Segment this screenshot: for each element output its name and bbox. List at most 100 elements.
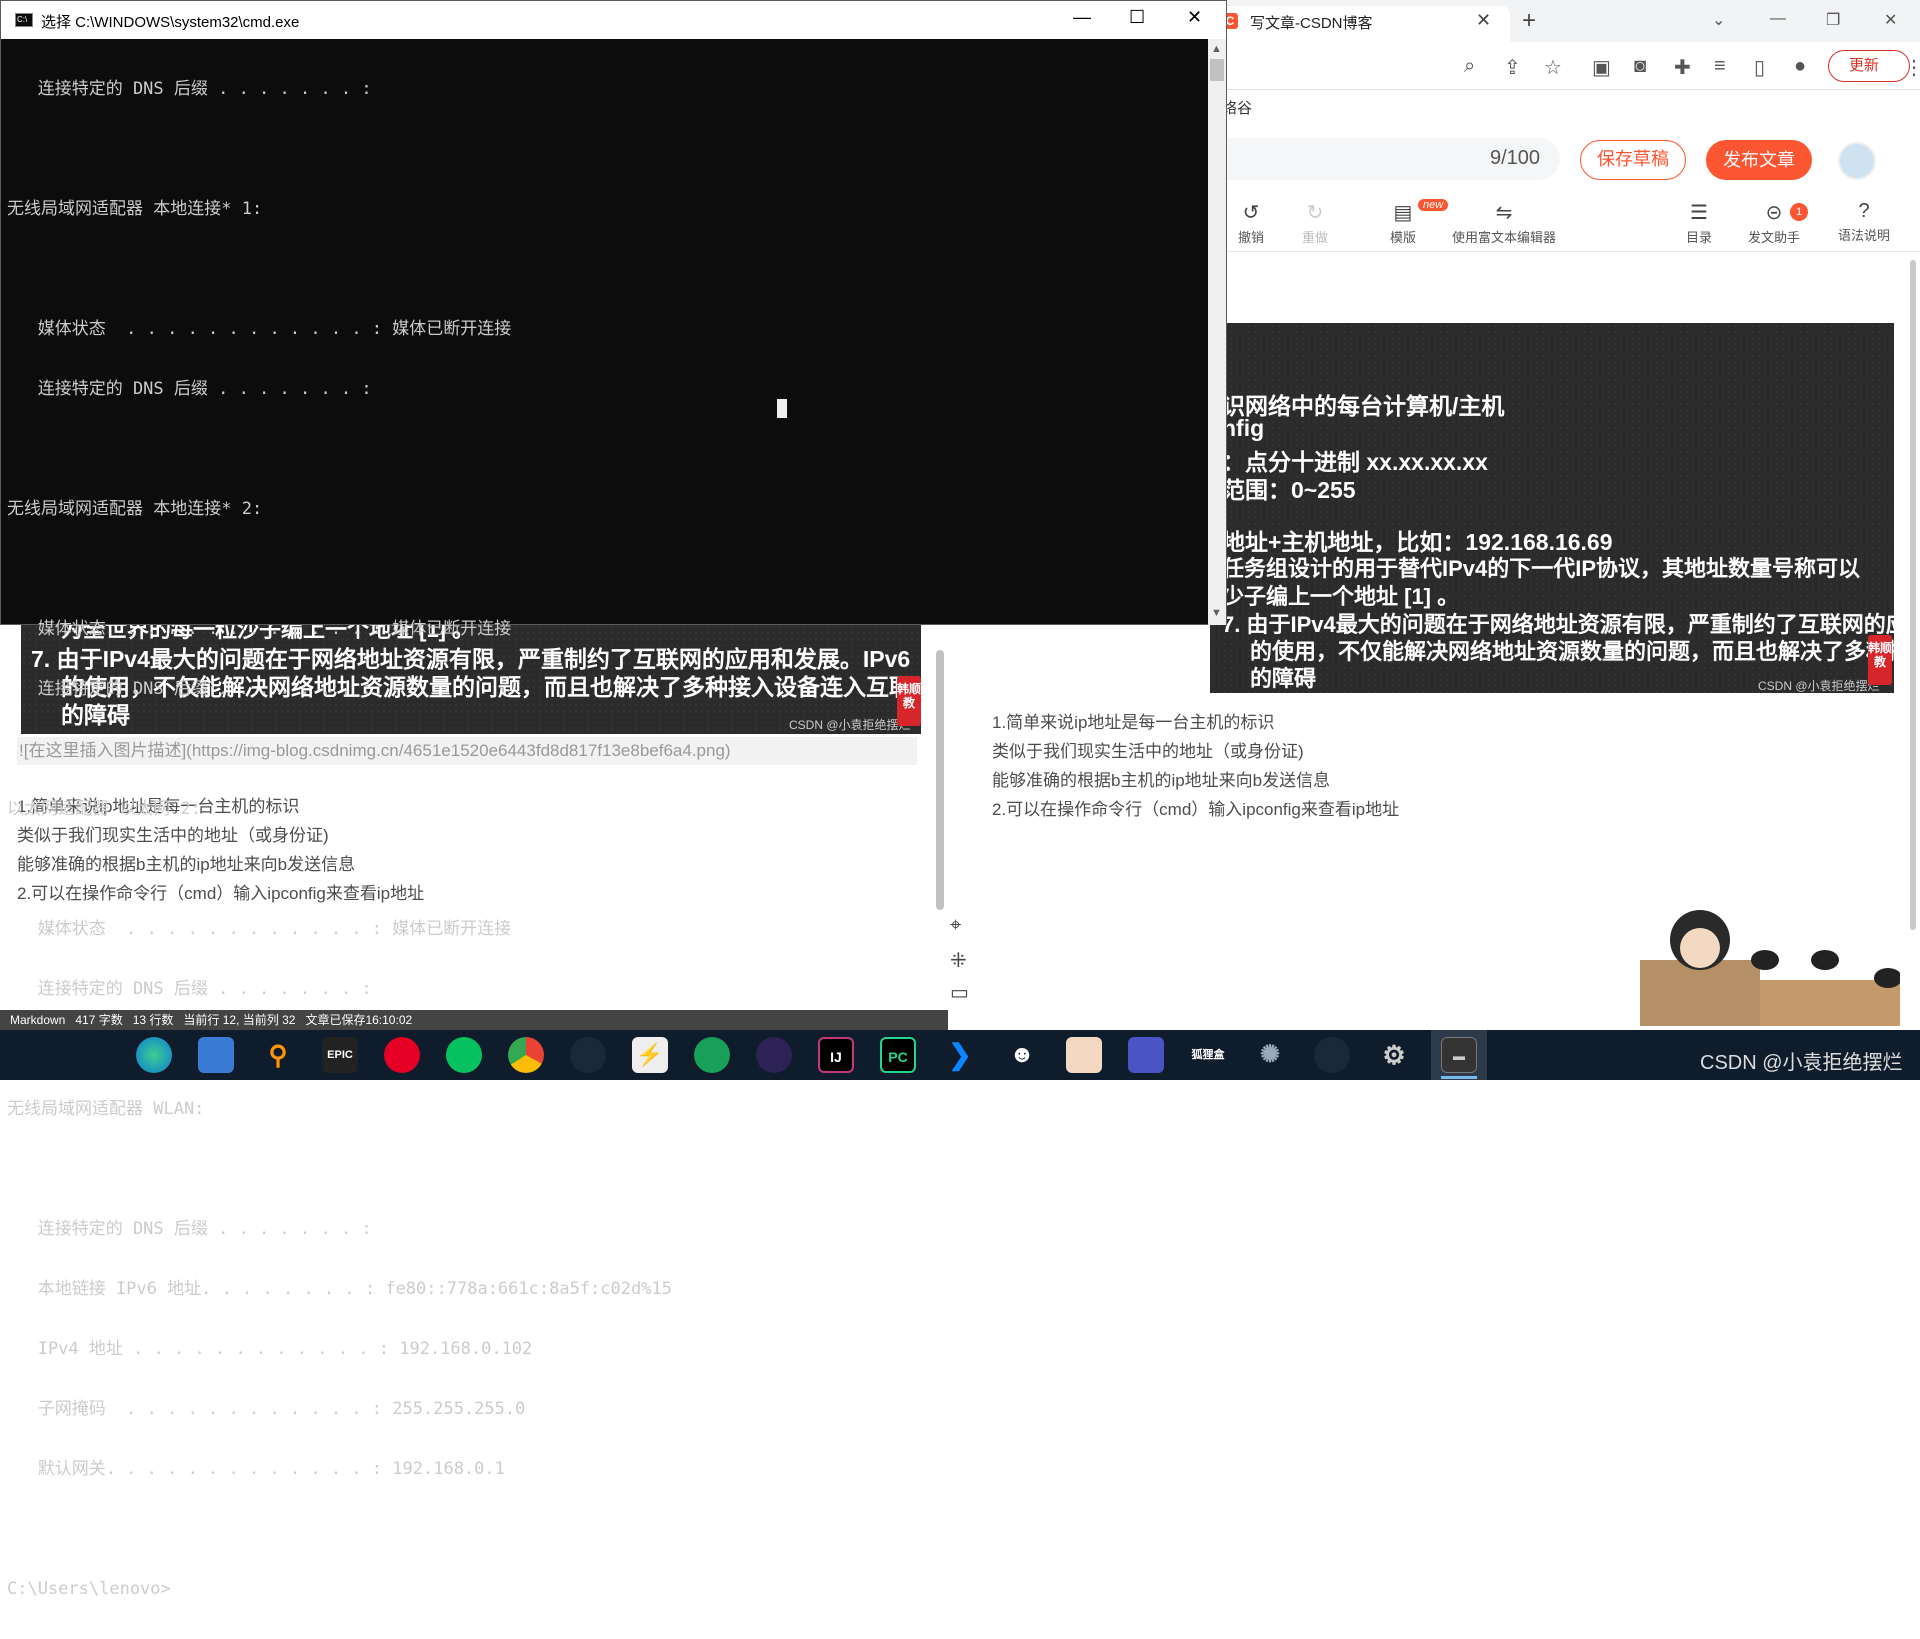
toc-button[interactable]: ☰ 目录 (1686, 200, 1712, 246)
list-icon: ☰ (1690, 202, 1708, 224)
fox-box-icon[interactable]: 狐狸盒 (1190, 1037, 1226, 1073)
chrome-icon[interactable] (508, 1037, 544, 1073)
cmd-prompt: C:\Users\lenovo> (7, 1579, 171, 1599)
syntax-help-button[interactable]: ? 语法说明 (1838, 200, 1890, 244)
redo-button[interactable]: ↻ 重做 (1302, 200, 1328, 246)
cmd-line: 连接特定的 DNS 后缀 . . . . . . . : (7, 379, 372, 399)
scroll-down-icon[interactable]: ▼ (1211, 607, 1222, 619)
board-line: 范围：0~255 (1222, 477, 1356, 503)
board-line: nfig (1222, 415, 1265, 441)
pycharm-icon[interactable]: PC (880, 1037, 916, 1073)
maximize-icon[interactable]: ☐ (1129, 7, 1145, 28)
image-credit: CSDN @小袁拒绝摆烂 (1758, 679, 1880, 693)
chevron-down-icon[interactable]: ⌄ (1712, 10, 1725, 30)
cmd-line: 媒体状态 . . . . . . . . . . . . : 媒体已断开连接 (7, 319, 512, 339)
board-line: 的障碍 (1250, 666, 1317, 691)
search-icon[interactable]: ⚲ (260, 1037, 296, 1073)
template-icon: ▤ (1393, 202, 1413, 224)
template-button[interactable]: ▤ 模版 (1390, 200, 1416, 246)
cmd-line: 连接特定的 DNS 后缀 . . . . . . . : (7, 1219, 372, 1239)
restore-icon[interactable]: ❐ (1826, 10, 1840, 30)
cmd-line: 无线局域网适配器 本地连接* 1: (7, 199, 263, 219)
taskbar-active-indicator (1441, 1076, 1477, 1079)
cmd-scrollbar[interactable] (1208, 39, 1226, 625)
undo-button[interactable]: ↺ 撤销 (1238, 200, 1264, 246)
text-cursor (777, 399, 787, 418)
green-app-icon[interactable] (694, 1037, 730, 1073)
settings-icon[interactable]: ⚙ (1376, 1037, 1412, 1073)
tab-title: 写文章-CSDN博客 (1250, 15, 1373, 32)
terminal-icon[interactable]: ▬ (1441, 1037, 1477, 1073)
puzzle-icon[interactable]: ✚ (1674, 55, 1691, 80)
cmd-line (7, 739, 1207, 759)
cmd-line: 媒体状态 . . . . . . . . . . . . : 媒体已断开连接 (7, 919, 512, 939)
tab-close-icon[interactable]: ✕ (1476, 10, 1491, 31)
vscode-icon[interactable]: ❯ (942, 1037, 978, 1073)
star-icon[interactable]: ☆ (1544, 55, 1562, 80)
cmd-line: 媒体状态 . . . . . . . . . . . . : 媒体已断开连接 (7, 619, 512, 639)
new-badge: new (1418, 199, 1449, 211)
syntax-label: 语法说明 (1838, 228, 1891, 243)
assistant-label: 发文助手 (1748, 230, 1801, 245)
menu-icon[interactable]: ⋮ (1904, 55, 1920, 80)
cmd-line: 默认网关. . . . . . . . . . . . . : 192.168.… (7, 1459, 505, 1479)
steam-icon[interactable] (570, 1037, 606, 1073)
cmd-title: 选择 C:\WINDOWS\system32\cmd.exe (41, 14, 300, 31)
sidebar-icon[interactable]: ▯ (1754, 55, 1765, 80)
cmd-line: 本地链接 IPv6 地址. . . . . . . . : fe80::778a… (7, 1279, 672, 1299)
game-icon[interactable]: ◙ (1634, 55, 1646, 78)
blackboard-image-preview: 识网络中的每台计算机/主机 nfig ：点分十进制 xx.xx.xx.xx 范围… (1210, 323, 1894, 693)
help-icon: ? (1858, 200, 1870, 222)
board-line: 识网络中的每台计算机/主机 (1222, 393, 1505, 419)
cmd-scroll-thumb[interactable] (1210, 59, 1224, 81)
anime-app-icon[interactable] (1066, 1037, 1102, 1073)
zoom-icon[interactable]: ⌕ (1464, 55, 1475, 78)
close-icon[interactable]: ✕ (1187, 7, 1202, 28)
steam-2-icon[interactable] (1314, 1037, 1350, 1073)
minimize-icon[interactable]: — (1770, 10, 1786, 28)
extension-icon[interactable]: ▣ (1592, 55, 1611, 80)
template-label: 模版 (1390, 230, 1417, 245)
share-icon[interactable]: ⇪ (1504, 55, 1521, 80)
cmd-line: 连接特定的 DNS 后缀 . . . . . . . : (7, 979, 372, 999)
redo-icon: ↻ (1306, 202, 1324, 224)
bolt-icon[interactable]: ⚡ (632, 1037, 668, 1073)
playlist-icon[interactable]: ≡ (1714, 55, 1726, 78)
minimize-icon[interactable]: — (1073, 7, 1091, 28)
profile-icon[interactable]: ● (1794, 55, 1806, 78)
new-tab-button[interactable]: + (1522, 7, 1536, 35)
scroll-up-icon[interactable]: ▲ (1211, 43, 1222, 55)
rich-editor-label: 使用富文本编辑器 (1452, 230, 1557, 245)
notification-badge: 1 (1790, 203, 1808, 221)
cmd-line (7, 139, 1207, 159)
publish-button[interactable]: 发布文章 (1706, 140, 1812, 180)
tray-watermark: CSDN @小袁拒绝摆烂 (1700, 1052, 1903, 1074)
close-icon[interactable]: ✕ (1884, 10, 1897, 30)
epic-games-icon[interactable]: EPIC (322, 1037, 358, 1073)
cmd-line (7, 859, 1207, 879)
rich-editor-button[interactable]: ⇋ 使用富文本编辑器 (1452, 200, 1556, 246)
cmd-line: 无线局域网适配器 WLAN: (7, 1099, 205, 1119)
update-button[interactable]: 更新 (1828, 50, 1910, 82)
board-line: 的使用，不仅能解决网络地址资源数量的问题，而且也解决了多种接入设备连入互联 (1250, 639, 1894, 664)
edge-icon[interactable] (136, 1037, 172, 1073)
cmd-line: IPv4 地址 . . . . . . . . . . . . : 192.16… (7, 1339, 533, 1359)
cmd-window[interactable]: C:\ 选择 C:\WINDOWS\system32\cmd.exe — ☐ ✕… (0, 0, 1227, 1599)
cmd-line (7, 559, 1207, 579)
avatar[interactable] (1838, 142, 1876, 180)
eclipse-icon[interactable] (756, 1037, 792, 1073)
preview-scrollbar[interactable] (1910, 260, 1916, 930)
typora-icon[interactable] (1128, 1037, 1164, 1073)
netease-music-icon[interactable] (384, 1037, 420, 1073)
nebula-icon[interactable]: ✺ (1252, 1037, 1288, 1073)
stamp-badge: 韩顺教 (1868, 635, 1892, 685)
wechat-icon[interactable] (446, 1037, 482, 1073)
save-draft-button[interactable]: 保存草稿 (1580, 140, 1686, 180)
folder-icon[interactable] (198, 1037, 234, 1073)
title-char-count: 9/100 (1490, 147, 1541, 169)
intellij-icon[interactable]: IJ (818, 1037, 854, 1073)
qq-icon[interactable]: ☻ (1004, 1037, 1040, 1073)
cmd-output[interactable]: 连接特定的 DNS 后缀 . . . . . . . : 无线局域网适配器 本地… (7, 39, 1207, 1599)
cmd-line (7, 1159, 1207, 1179)
toc-label: 目录 (1686, 230, 1713, 245)
